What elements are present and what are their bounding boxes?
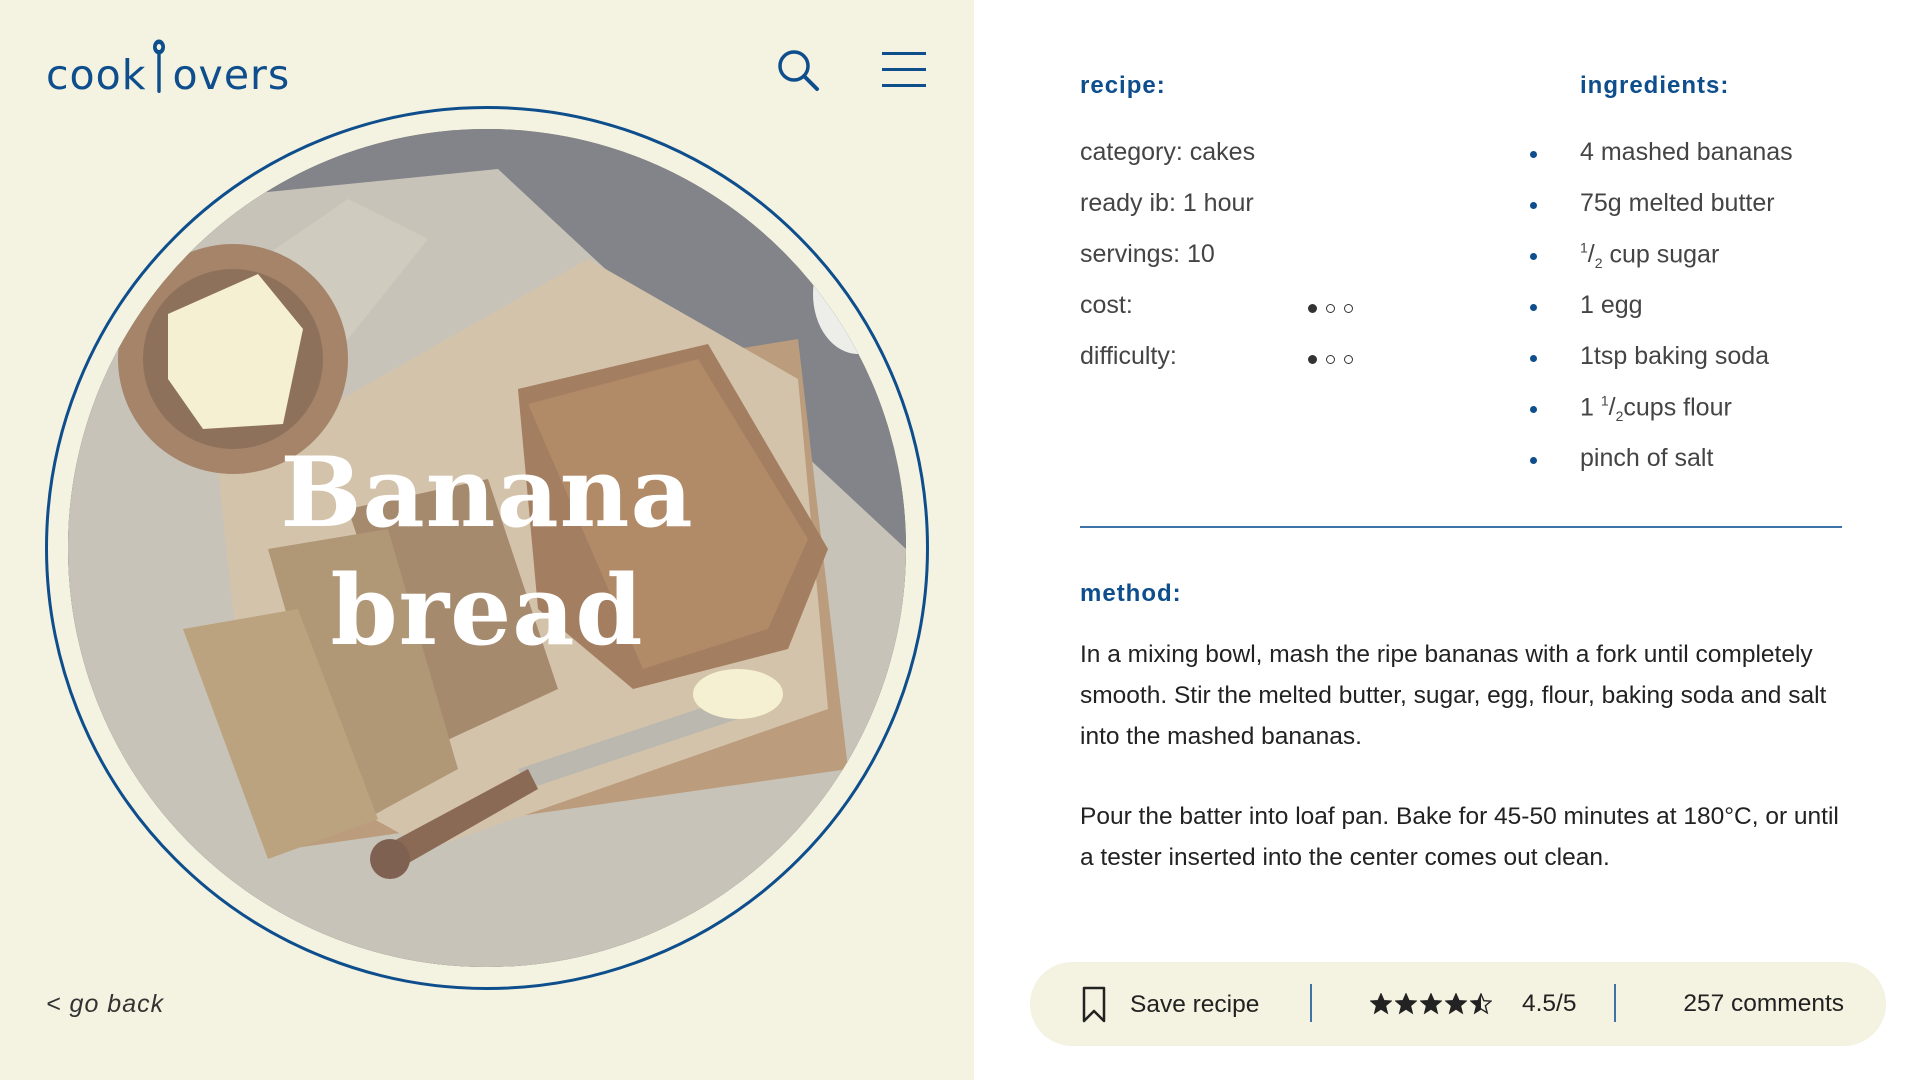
ingredient-text: 75g melted butter	[1580, 189, 1775, 217]
search-icon	[778, 50, 819, 91]
star-rating	[1370, 993, 1492, 1015]
bullet	[1530, 253, 1537, 260]
servings-text: servings: 10	[1080, 240, 1215, 268]
spoon-icon	[153, 39, 166, 93]
separator	[1310, 984, 1312, 1022]
empty-dot	[1344, 354, 1353, 364]
difficulty-label: difficulty:	[1080, 342, 1177, 370]
logo-text-left: cook	[46, 51, 147, 99]
bookmark-icon	[1082, 986, 1106, 1023]
ingredient-text: 4 mashed bananas	[1580, 138, 1793, 166]
ingredient-text: 1 egg	[1580, 291, 1643, 319]
logo[interactable]: cook overs	[46, 36, 290, 96]
empty-dot	[1326, 354, 1335, 364]
recipe-title-line2: bread	[330, 554, 644, 667]
bullet	[1530, 304, 1537, 311]
method-heading: method:	[1080, 580, 1182, 607]
hero-image: Banana bread	[68, 129, 906, 967]
fraction-numerator: 1	[1580, 240, 1588, 256]
ingredient-text: pinch of salt	[1580, 444, 1714, 472]
ingredient-item: 4 mashed bananas	[1530, 138, 1793, 167]
ingredient-item: 1 1/2cups flour	[1530, 393, 1732, 425]
difficulty-rating	[1308, 344, 1353, 374]
rating[interactable]: 4.5/5	[1370, 986, 1577, 1022]
ingredient-text: cups flour	[1623, 393, 1732, 422]
separator	[1614, 984, 1616, 1022]
cost-row: cost:	[1080, 291, 1353, 320]
empty-dot	[1326, 303, 1335, 313]
recipe-title: Banana bread	[68, 434, 906, 670]
save-recipe-label: Save recipe	[1130, 991, 1260, 1018]
ingredient-whole: 1	[1580, 393, 1594, 422]
ingredient-item: 1 egg	[1530, 291, 1643, 320]
bullet	[1530, 457, 1537, 464]
bullet	[1530, 151, 1537, 158]
filled-dot	[1308, 354, 1317, 364]
star-half-icon	[1470, 993, 1492, 1015]
save-recipe-button[interactable]: Save recipe	[1082, 984, 1259, 1026]
fraction-numerator: 1	[1600, 393, 1609, 409]
recipe-title-line1: Banana	[280, 436, 694, 549]
ready-time-text: ready ib: 1 hour	[1080, 189, 1254, 217]
cost-label: cost:	[1080, 291, 1133, 319]
empty-dot	[1344, 303, 1353, 313]
ingredient-text: 1tsp baking soda	[1580, 342, 1770, 370]
go-back-link[interactable]: < go back	[46, 990, 164, 1019]
star-full-icon	[1420, 993, 1442, 1015]
fraction-denominator: 2	[1594, 255, 1603, 272]
star-full-icon	[1370, 993, 1392, 1015]
filled-dot	[1308, 303, 1317, 313]
ingredient-item: 1/2 cup sugar	[1530, 240, 1720, 272]
comments-link[interactable]: 257 comments	[1683, 986, 1844, 1022]
ingredient-item: pinch of salt	[1530, 444, 1714, 473]
cost-rating	[1308, 293, 1353, 323]
ingredient-item: 1tsp baking soda	[1530, 342, 1770, 371]
difficulty-row: difficulty:	[1080, 342, 1353, 371]
bullet	[1530, 406, 1537, 413]
fraction: 1/2	[1600, 393, 1624, 425]
star-full-icon	[1395, 993, 1417, 1015]
method-paragraph: Pour the batter into loaf pan. Bake for …	[1080, 803, 1839, 871]
ingredients-heading: ingredients:	[1580, 72, 1730, 99]
divider	[1080, 526, 1842, 528]
category-text: category: cakes	[1080, 138, 1256, 166]
search-button[interactable]	[775, 47, 821, 93]
bullet	[1530, 202, 1537, 209]
star-full-icon	[1445, 993, 1467, 1015]
right-panel: recipe: category: cakes ready ib: 1 hour…	[974, 0, 1920, 1080]
menu-button[interactable]	[880, 50, 928, 90]
recipe-heading: recipe:	[1080, 72, 1166, 99]
method-paragraph: In a mixing bowl, mash the ripe bananas …	[1080, 641, 1827, 750]
ingredient-item: 75g melted butter	[1530, 189, 1775, 218]
ingredient-text: cup sugar	[1609, 240, 1720, 269]
rating-text: 4.5/5	[1522, 990, 1577, 1017]
menu-icon	[882, 52, 926, 87]
action-bar: Save recipe 4.5/5 257 comments	[1030, 962, 1886, 1046]
logo-text-right: overs	[172, 51, 291, 99]
bullet	[1530, 355, 1537, 362]
left-panel: cook overs Banana bread < go back	[0, 0, 974, 1080]
fraction: 1/2	[1580, 240, 1603, 272]
